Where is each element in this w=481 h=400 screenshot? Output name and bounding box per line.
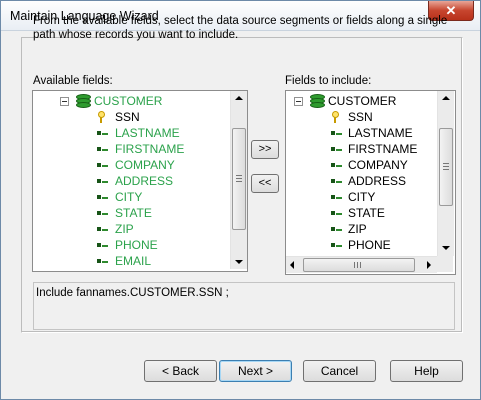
tree-field-item[interactable]: CITY xyxy=(348,189,375,205)
scroll-down-arrow-icon[interactable] xyxy=(442,246,450,250)
collapse-icon[interactable] xyxy=(60,97,69,106)
field-icon xyxy=(331,211,342,216)
field-icon xyxy=(97,195,108,200)
tree-root-customer[interactable]: CUSTOMER xyxy=(328,93,396,109)
field-icon xyxy=(331,179,342,184)
tree-field-item[interactable]: SSN xyxy=(115,109,140,125)
collapse-icon[interactable] xyxy=(294,97,303,106)
field-icon xyxy=(331,195,342,200)
field-icon xyxy=(331,227,342,232)
tree-field-item[interactable]: FIRSTNAME xyxy=(115,141,184,157)
fields-to-include-tree[interactable]: CUSTOMER SSN LASTNAME FIRSTNAME COMPANY ADDR… xyxy=(285,90,456,275)
tree-field-item[interactable]: STATE xyxy=(115,205,152,221)
database-icon xyxy=(310,94,325,108)
field-icon xyxy=(97,211,108,216)
selection-summary-text: Include fannames.CUSTOMER.SSN ; xyxy=(36,287,229,299)
key-icon xyxy=(97,111,105,123)
scroll-up-arrow-icon[interactable] xyxy=(442,96,450,100)
tree-field-item[interactable]: ADDRESS xyxy=(115,173,173,189)
database-icon xyxy=(76,94,91,108)
scroll-corner xyxy=(437,256,453,272)
tree-field-item[interactable]: EMAIL xyxy=(115,253,151,269)
tree-root-customer[interactable]: CUSTOMER xyxy=(94,93,162,109)
add-fields-button[interactable]: >> xyxy=(251,140,279,159)
available-vertical-scrollbar[interactable] xyxy=(230,91,247,269)
field-icon xyxy=(97,163,108,168)
tree-field-item[interactable]: CITY xyxy=(115,189,142,205)
tree-field-item[interactable]: ZIP xyxy=(115,221,134,237)
tree-field-item[interactable]: PHONE xyxy=(115,237,158,253)
key-icon xyxy=(331,111,339,123)
tree-field-item[interactable]: SSN xyxy=(348,109,373,125)
horizontal-scroll-thumb[interactable] xyxy=(303,258,415,272)
tree-field-item[interactable]: PHONE xyxy=(348,237,391,253)
field-icon xyxy=(97,243,108,248)
tree-field-item[interactable]: TITLE xyxy=(115,269,148,271)
fields-to-include-label: Fields to include: xyxy=(285,75,372,87)
field-icon xyxy=(97,227,108,232)
available-fields-tree[interactable]: CUSTOMER SSN LASTNAME FIRSTNAME COMPANY ADDR… xyxy=(32,90,248,272)
tree-field-item[interactable]: FIRSTNAME xyxy=(348,141,417,157)
cancel-button[interactable]: Cancel xyxy=(303,360,376,382)
instructions-text: From the available fields, select the da… xyxy=(33,15,448,41)
field-icon xyxy=(331,163,342,168)
wizard-window: Maintain Language Wizard ✕ From the avai… xyxy=(0,0,481,400)
available-fields-label: Available fields: xyxy=(33,75,113,87)
field-icon xyxy=(97,131,108,136)
field-icon xyxy=(331,243,342,248)
scroll-down-arrow-icon[interactable] xyxy=(235,260,243,264)
tree-field-item[interactable]: LASTNAME xyxy=(348,125,413,141)
scroll-thumb[interactable] xyxy=(232,128,246,230)
tree-field-item[interactable]: ZIP xyxy=(348,221,367,237)
tree-field-item[interactable]: ADDRESS xyxy=(348,173,406,189)
tree-field-item[interactable]: LASTNAME xyxy=(115,125,180,141)
remove-fields-button[interactable]: << xyxy=(251,174,279,193)
scroll-thumb[interactable] xyxy=(439,128,453,206)
scroll-left-arrow-icon[interactable] xyxy=(290,261,294,269)
tree-field-item[interactable]: COMPANY xyxy=(348,157,408,173)
field-icon xyxy=(97,179,108,184)
tree-field-item[interactable]: COMPANY xyxy=(115,157,175,173)
scroll-up-arrow-icon[interactable] xyxy=(235,96,243,100)
field-icon xyxy=(97,259,108,264)
tree-field-item[interactable]: STATE xyxy=(348,205,385,221)
back-button[interactable]: < Back xyxy=(144,360,217,382)
next-button[interactable]: Next > xyxy=(219,360,292,382)
field-icon xyxy=(97,147,108,152)
include-vertical-scrollbar[interactable] xyxy=(437,91,454,256)
help-button[interactable]: Help xyxy=(390,360,463,382)
selection-summary-box: Include fannames.CUSTOMER.SSN ; xyxy=(33,282,455,330)
field-icon xyxy=(331,147,342,152)
field-icon xyxy=(331,131,342,136)
include-horizontal-scrollbar[interactable] xyxy=(286,256,437,273)
scroll-right-arrow-icon[interactable] xyxy=(427,261,431,269)
